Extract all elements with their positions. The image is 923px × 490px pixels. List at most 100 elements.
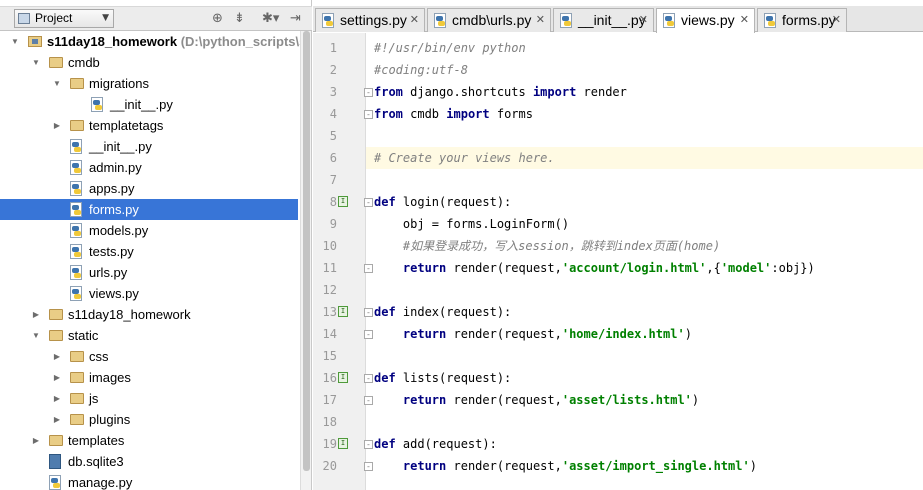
collapsed-arrow-icon[interactable]: ▶ [52,367,62,388]
tab-init-py[interactable]: __init__.py ✕ [553,8,654,32]
tree-item-views-py[interactable]: views.py [0,283,298,304]
tree-item-label: css [89,349,109,364]
hide-icon[interactable]: ⇥ [290,11,301,27]
tree-item-label: db.sqlite3 [68,454,124,469]
tab-cmdb-urls-py[interactable]: cmdb\urls.py ✕ [427,8,551,32]
tab-forms-py[interactable]: forms.py ✕ [757,8,847,32]
tree-item-images[interactable]: ▶ images [0,367,298,388]
code-text: render(request, [446,459,562,473]
fold-toggle-icon[interactable]: - [364,308,373,317]
expanded-arrow-icon[interactable]: ▼ [31,52,41,73]
comment: #coding:utf-8 [374,63,468,77]
collapsed-arrow-icon[interactable]: ▶ [52,409,62,430]
project-tree-scrollbar[interactable] [300,31,311,490]
collapsed-arrow-icon[interactable]: ▶ [31,304,41,325]
line-number: 20 [322,459,337,473]
fold-toggle-icon[interactable]: - [364,330,373,339]
close-icon[interactable]: ✕ [536,9,545,31]
tree-item-manage-py[interactable]: manage.py [0,472,298,490]
tree-item-templatetags[interactable]: ▶ templatetags [0,115,298,136]
tree-item-migrations[interactable]: ▼ migrations [0,73,298,94]
implemented-method-icon[interactable]: I [338,438,348,449]
close-icon[interactable]: ✕ [832,9,841,31]
python-file-icon [663,13,675,28]
project-view-icon [18,13,30,24]
keyword: def [374,371,396,385]
tree-item-plugins[interactable]: ▶ plugins [0,409,298,430]
tree-item-urls-py[interactable]: urls.py [0,262,298,283]
expanded-arrow-icon[interactable]: ▼ [10,31,20,52]
tree-item-cmdb[interactable]: ▼ cmdb [0,52,298,73]
collapsed-arrow-icon[interactable]: ▶ [52,346,62,367]
close-icon[interactable]: ✕ [740,9,749,31]
python-file-icon [49,475,61,490]
code-line: return render(request,'account/login.htm… [366,257,923,279]
fold-toggle-icon[interactable]: - [364,374,373,383]
collapsed-arrow-icon[interactable]: ▶ [31,430,41,451]
fold-toggle-icon[interactable]: - [364,110,373,119]
tree-item-apps-py[interactable]: apps.py [0,178,298,199]
close-icon[interactable]: ✕ [639,9,648,31]
expanded-arrow-icon[interactable]: ▼ [52,73,62,94]
fold-toggle-icon[interactable]: - [364,396,373,405]
tree-item-label: __init__.py [110,97,173,112]
string-literal: 'asset/lists.html' [561,393,692,407]
fold-toggle-icon[interactable]: - [364,264,373,273]
tree-item-admin-py[interactable]: admin.py [0,157,298,178]
tree-item-s11day18-homework[interactable]: ▼ s11day18_homework (D:\python_scripts\s1 [0,31,300,52]
fold-toggle-icon[interactable]: - [364,88,373,97]
tree-item-label: templates [68,433,125,448]
implemented-method-icon[interactable]: I [338,196,348,207]
collapsed-arrow-icon[interactable]: ▶ [52,388,62,409]
target-icon[interactable]: ⊕ [212,11,223,27]
close-icon[interactable]: ✕ [410,9,419,31]
tab-label: cmdb\urls.py [452,12,532,28]
tree-item-models-py[interactable]: models.py [0,220,298,241]
implemented-method-icon[interactable]: I [338,306,348,317]
settings-icon[interactable]: ✱▾ [262,11,279,27]
fold-toggle-icon[interactable]: - [364,462,373,471]
tree-item-js[interactable]: ▶ js [0,388,298,409]
python-file-icon [70,244,82,259]
comment: # Create your views here. [374,151,555,165]
collapsed-arrow-icon[interactable]: ▶ [52,115,62,136]
tree-item-static[interactable]: ▼ static [0,325,298,346]
folder-icon [49,309,63,320]
tab-settings-py[interactable]: settings.py ✕ [315,8,425,32]
project-view-dropdown[interactable]: Project ▼ [14,9,114,28]
tree-item-s11day18-homework[interactable]: ▶ s11day18_homework [0,304,298,325]
tree-item--init-py[interactable]: __init__.py [0,136,298,157]
tree-item-forms-py[interactable]: forms.py [0,199,298,220]
fold-toggle-icon[interactable]: - [364,198,373,207]
code-editor[interactable]: #!/usr/bin/env python #coding:utf-8 from d… [366,33,923,490]
scrollbar-thumb[interactable] [303,31,310,471]
implemented-method-icon[interactable]: I [338,372,348,383]
line-number: 12 [322,283,337,297]
code-line: return render(request,'home/index.html') [366,323,923,345]
python-file-icon [70,160,82,175]
folder-icon [70,372,84,383]
line-number: 18 [322,415,337,429]
tab-views-py[interactable]: views.py ✕ [656,8,755,33]
code-text: forms [489,107,533,121]
code-line: def lists(request): [366,367,923,389]
expanded-arrow-icon[interactable]: ▼ [31,325,41,346]
code-line: # Create your views here. [366,147,923,169]
tree-item-db-sqlite3[interactable]: db.sqlite3 [0,451,298,472]
code-text: :obj}) [771,261,815,275]
collapse-all-icon[interactable]: ⇟ [234,11,245,27]
line-number: 4 [329,107,337,121]
tree-item-label: plugins [89,412,131,427]
keyword: import [446,107,490,121]
tree-item-css[interactable]: ▶ css [0,346,298,367]
line-number: 16 [322,371,337,385]
tree-item--init-py[interactable]: __init__.py [0,94,298,115]
code-text: index(request): [395,305,512,319]
line-number: 9 [329,217,337,231]
tree-item-tests-py[interactable]: tests.py [0,241,298,262]
tree-item-templates[interactable]: ▶ templates [0,430,298,451]
fold-toggle-icon[interactable]: - [364,440,373,449]
keyword: def [374,195,396,209]
